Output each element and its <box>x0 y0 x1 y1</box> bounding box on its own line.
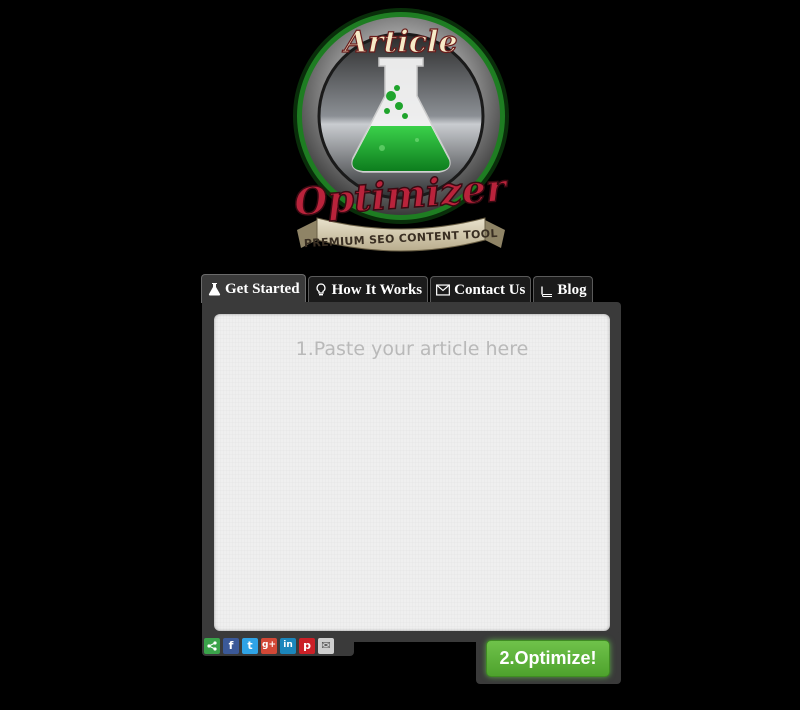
main-tabs: Get Started How It Works Contact Us Blog <box>201 274 593 303</box>
article-optimizer-logo[interactable]: Article Optimizer PREMIUM SEO CONTENT TO… <box>287 8 515 263</box>
tab-label: Get Started <box>225 280 300 297</box>
editor-panel <box>202 302 621 642</box>
lightbulb-icon <box>314 283 328 297</box>
pinterest-icon[interactable]: p <box>299 637 315 654</box>
tab-how-it-works[interactable]: How It Works <box>307 276 429 303</box>
envelope-icon <box>436 283 451 297</box>
email-icon[interactable]: ✉ <box>318 637 334 654</box>
facebook-icon[interactable]: f <box>223 637 239 654</box>
optimize-button[interactable]: 2.Optimize! <box>486 640 610 677</box>
optimize-container: 2.Optimize! <box>476 632 621 684</box>
article-editor <box>214 314 610 631</box>
tab-label: How It Works <box>331 281 423 298</box>
article-input[interactable] <box>214 314 610 631</box>
tab-contact-us[interactable]: Contact Us <box>430 276 532 303</box>
flask-icon <box>207 282 221 296</box>
tab-blog[interactable]: Blog <box>533 276 593 303</box>
google-plus-icon[interactable]: g+ <box>261 637 277 654</box>
twitter-icon[interactable]: t <box>242 637 258 654</box>
book-icon <box>539 283 553 297</box>
tab-get-started[interactable]: Get Started <box>201 274 306 303</box>
tab-label: Blog <box>557 281 587 298</box>
share-icon[interactable] <box>204 637 220 654</box>
social-share-bar: f t g+ in p ✉ <box>202 635 354 656</box>
logo-title-top: Article <box>341 25 457 60</box>
tab-label: Contact Us <box>454 281 526 298</box>
linkedin-icon[interactable]: in <box>280 637 296 654</box>
